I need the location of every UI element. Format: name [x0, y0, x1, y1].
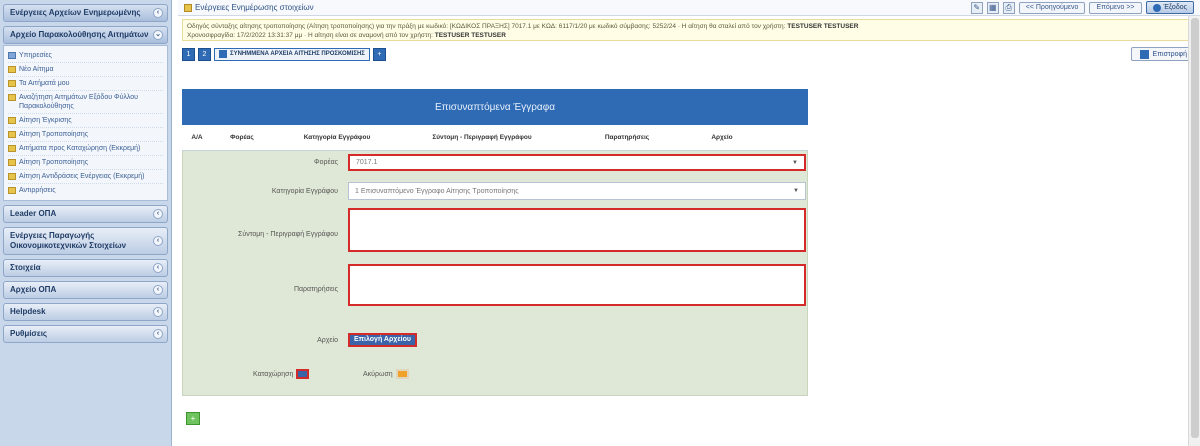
add-step-button[interactable]: +	[372, 47, 386, 61]
top-actions: ✎ ▦ ⎙ << Προηγούμενο Επόμενο >> Έξοδος	[970, 1, 1194, 14]
notes-label: Παρατηρήσεις	[293, 286, 338, 293]
sidebar-section-settings[interactable]: Ρυθμίσεις ‹	[3, 325, 168, 343]
back-icon	[1139, 49, 1149, 59]
table-header: Α/Α Φορέας Κατηγορία Εγγράφου Σύντομη - …	[182, 125, 808, 151]
back-button[interactable]: Επιστροφή	[1130, 47, 1196, 61]
sidebar-section-leader[interactable]: Leader ΟΠΑ ‹	[3, 205, 168, 223]
chevron-down-icon: ▼	[793, 188, 799, 194]
sidebar-item[interactable]: Αίτηση Έγκρισης	[8, 114, 163, 128]
cancel-icon	[395, 369, 409, 379]
sidebar-item[interactable]: Αίτηση Αντιδράσεις Ενέργειας (Εκκρεμή)	[8, 170, 163, 184]
folder-icon	[8, 159, 16, 166]
col-aa: Α/Α	[191, 134, 203, 141]
sidebar-item[interactable]: Νέο Αίτημα	[8, 63, 163, 77]
step-toolbar: 1 2 ΣΥΝΗΜΜΕΝΑ ΑΡΧΕΙΑ ΑΙΤΗΣΗΣ ΠΡΟΣΚΟΜΙΣΗΣ…	[182, 45, 1196, 63]
sidebar-submenu: Υπηρεσίες Νέο Αίτημα Τα Αιτήματά μου Ανα…	[3, 45, 168, 201]
sidebar-section-archive[interactable]: Αρχείο ΟΠΑ ‹	[3, 281, 168, 299]
chevron-icon: ‹	[153, 307, 163, 317]
col-foreas: Φορέας	[230, 134, 254, 141]
category-label: Κατηγορία Εγγράφου	[271, 188, 338, 195]
main-content: Ενέργειες Ενημέρωσης στοιχείων ✎ ▦ ⎙ << …	[178, 0, 1200, 446]
choose-file-button[interactable]: Επιλογή Αρχείου	[348, 333, 417, 347]
scrollbar-thumb[interactable]	[1191, 18, 1199, 438]
cancel-action[interactable]: Ακύρωση	[363, 369, 409, 379]
folder-icon	[8, 94, 16, 101]
description-label: Σύντομη - Περιγραφή Εγγράφου	[238, 231, 338, 238]
folder-icon	[8, 80, 16, 87]
folder-icon	[8, 117, 16, 124]
step-2-button[interactable]: 2	[198, 47, 211, 61]
panel-title: Επισυναπτόμενα Έγγραφα	[182, 89, 808, 125]
next-button[interactable]: Επόμενο >>	[1089, 1, 1142, 14]
sidebar-section-label: Ενέργειες Αρχείων Ενημερωμένης	[10, 8, 141, 17]
sidebar-section-label: Αρχείο Παρακολούθησης Αιτημάτων	[10, 30, 149, 39]
col-file: Αρχείο	[711, 134, 733, 141]
chevron-icon: ‹	[153, 8, 163, 18]
step-1-button[interactable]: 1	[182, 47, 195, 61]
foreas-label: Φορέας	[313, 159, 338, 166]
sidebar-section-0[interactable]: Ενέργειες Αρχείων Ενημερωμένης ‹	[3, 4, 168, 22]
prev-button[interactable]: << Προηγούμενο	[1018, 1, 1086, 14]
sidebar-item[interactable]: Αντιρρήσεις	[8, 184, 163, 197]
sidebar-section-production[interactable]: Ενέργειες Παραγωγής Οικονομικοτεχνικών Σ…	[3, 227, 168, 255]
folder-icon	[8, 66, 16, 73]
col-notes: Παρατηρήσεις	[604, 134, 650, 141]
sidebar-item[interactable]: Αίτηση Τροποποίησης	[8, 128, 163, 142]
sidebar-item[interactable]: Αίτηση Τροποποίησης	[8, 156, 163, 170]
chevron-icon: ‹	[153, 285, 163, 295]
sidebar-section-1[interactable]: Αρχείο Παρακολούθησης Αιτημάτων ⌄	[3, 26, 168, 44]
home-icon	[8, 52, 16, 59]
sidebar-section-helpdesk[interactable]: Helpdesk ‹	[3, 303, 168, 321]
exit-button[interactable]: Έξοδος	[1145, 1, 1194, 14]
chevron-icon: ‹	[153, 209, 163, 219]
chevron-icon: ‹	[153, 329, 163, 339]
sidebar-item[interactable]: Υπηρεσίες	[8, 49, 163, 63]
sidebar-item[interactable]: Αναζήτηση Αιτημάτων Εξόδου Φύλλου Παρακο…	[8, 91, 163, 114]
file-label: Αρχείο	[317, 337, 338, 344]
sidebar: Ενέργειες Αρχείων Ενημερωμένης ‹ Αρχείο …	[0, 0, 172, 446]
chevron-icon: ⌄	[153, 30, 163, 40]
sidebar-section-data[interactable]: Στοιχεία ‹	[3, 259, 168, 277]
chevron-down-icon: ▼	[792, 159, 798, 166]
folder-icon	[8, 131, 16, 138]
chevron-icon: ‹	[153, 263, 163, 273]
attachment-icon	[219, 50, 227, 58]
folder-icon	[8, 173, 16, 180]
add-button[interactable]: +	[186, 412, 200, 425]
attachments-step-button[interactable]: ΣΥΝΗΜΜΕΝΑ ΑΡΧΕΙΑ ΑΙΤΗΣΗΣ ΠΡΟΣΚΟΜΙΣΗΣ	[214, 47, 370, 61]
print-icon[interactable]: ⎙	[1002, 1, 1015, 14]
sidebar-item[interactable]: Τα Αιτήματά μου	[8, 77, 163, 91]
vertical-scrollbar[interactable]	[1188, 16, 1200, 446]
chevron-icon: ‹	[153, 236, 163, 246]
attachment-form: Φορέας 7017.1 ▼ Κατηγορία Εγγράφου 1 Επι…	[182, 151, 808, 396]
top-bar: Ενέργειες Ενημέρωσης στοιχείων ✎ ▦ ⎙ << …	[178, 0, 1200, 16]
grid-icon[interactable]: ▦	[986, 1, 999, 14]
description-textarea[interactable]	[348, 208, 806, 252]
folder-icon	[8, 145, 16, 152]
save-action[interactable]: Καταχώρηση	[253, 369, 310, 379]
breadcrumb[interactable]: Ενέργειες Ενημέρωσης στοιχείων	[184, 3, 314, 12]
save-icon	[296, 369, 310, 379]
notes-textarea[interactable]	[348, 264, 806, 306]
col-category: Κατηγορία Εγγράφου	[303, 134, 371, 141]
folder-icon	[8, 187, 16, 194]
info-banner: Οδηγός σύνταξης αίτησης τροποποίησης (Αί…	[182, 19, 1196, 41]
sidebar-item[interactable]: Αιτήματα προς Καταχώρηση (Εκκρεμή)	[8, 142, 163, 156]
col-description: Σύντομη - Περιγραφή Εγγράφου	[432, 134, 532, 141]
folder-icon	[184, 3, 192, 12]
exit-icon	[1152, 3, 1161, 12]
attachments-panel: Επισυναπτόμενα Έγγραφα Α/Α Φορέας Κατηγο…	[182, 89, 808, 396]
edit-icon[interactable]: ✎	[970, 1, 983, 14]
foreas-select[interactable]: 7017.1 ▼	[348, 154, 806, 171]
category-select[interactable]: 1 Επισυναπτόμενο Έγγραφο Αίτησης Τροποπο…	[348, 182, 806, 200]
